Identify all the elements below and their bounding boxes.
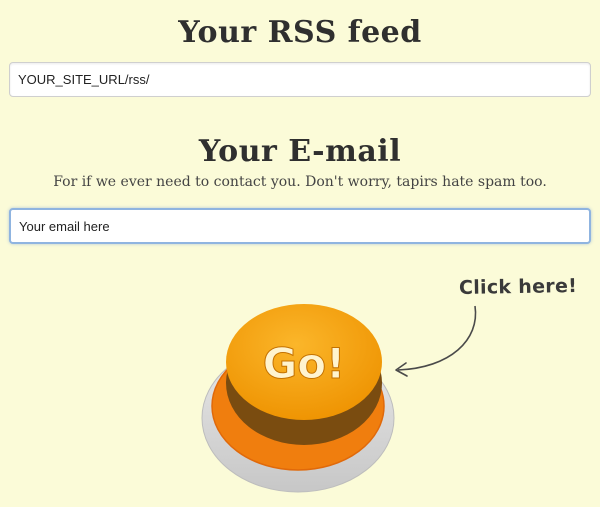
click-here-hint: Click here! <box>458 274 578 300</box>
go-button[interactable]: Go! <box>196 300 406 500</box>
rss-url-input[interactable] <box>9 62 591 97</box>
go-button-label: Go! <box>263 339 345 388</box>
email-title: Your E-mail <box>198 134 402 169</box>
email-input[interactable] <box>9 208 591 244</box>
rss-feed-title: Your RSS feed <box>178 15 422 50</box>
email-subtitle: For if we ever need to contact you. Don'… <box>53 174 547 190</box>
